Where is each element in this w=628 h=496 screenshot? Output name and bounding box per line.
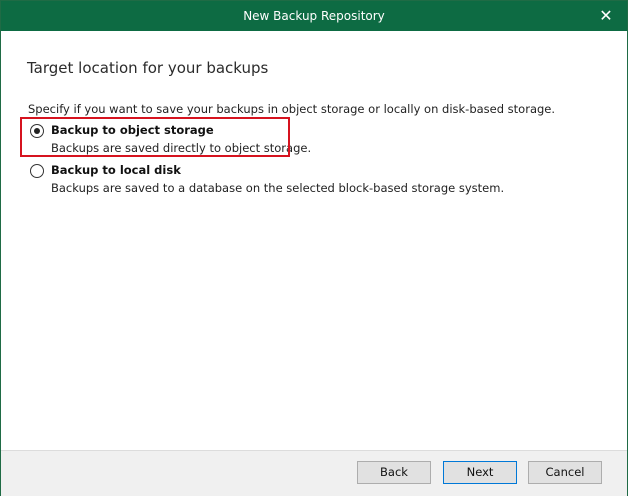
option-title[interactable]: Backup to local disk [51,163,181,177]
back-button[interactable]: Back [357,461,431,484]
header-panel: Target location for your backups [1,31,627,101]
cancel-button[interactable]: Cancel [528,461,602,484]
instructions-text: Specify if you want to save your backups… [28,102,556,116]
next-button[interactable]: Next [443,461,517,484]
radio-local-disk[interactable] [30,164,44,178]
window-title: New Backup Repository [243,9,385,23]
close-icon[interactable]: ✕ [591,1,621,31]
page-heading: Target location for your backups [27,59,269,77]
dialog-window: New Backup Repository ✕ Target location … [0,0,628,496]
highlight-annotation [20,117,290,157]
option-description: Backups are saved to a database on the s… [51,181,505,195]
button-footer: Back Next Cancel [1,450,627,496]
title-bar[interactable]: New Backup Repository ✕ [1,1,627,31]
